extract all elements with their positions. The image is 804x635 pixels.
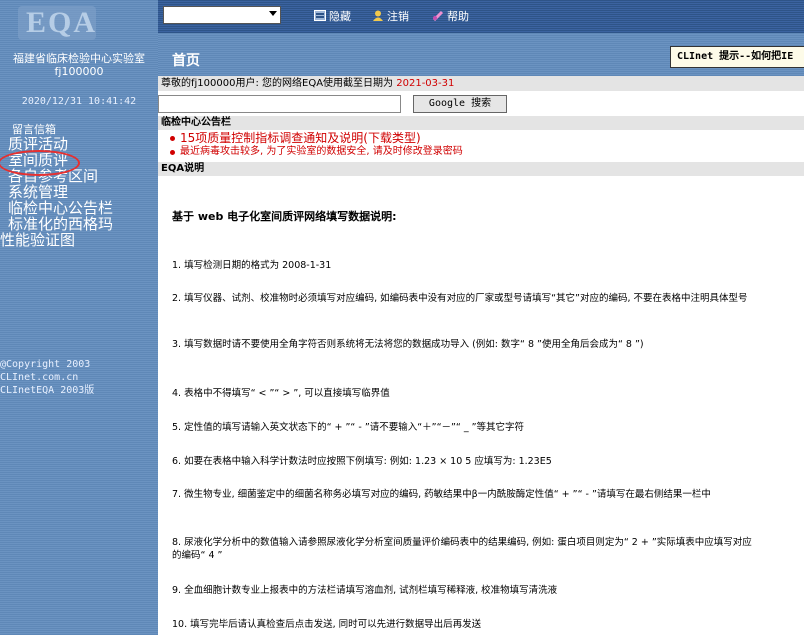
hide-button[interactable]: 隐藏 [314, 8, 351, 24]
sidebar-menu: 留言信箱 质评活动 室间质评 各自参考区间 系统管理 临检中心公告栏 标准化的西… [0, 124, 158, 248]
eqa-logo: EQA [18, 6, 96, 40]
nav-select[interactable] [163, 6, 281, 24]
notice-link[interactable]: 15项质量控制指标调查通知及说明(下载类型) [170, 132, 421, 144]
doc-title: 基于 web 电子化室间质评网络填写数据说明: [172, 210, 397, 223]
list-item: 9. 全血细胞计数专业上报表中的方法栏请填写溶血剂, 试剂栏填写稀释液, 校准物… [172, 585, 558, 596]
welcome-bar: 尊敬的fj100000用户: 您的网络EQA使用截至日期为 2021-03-31 [158, 76, 804, 91]
chevron-down-icon [269, 11, 277, 16]
sidebar-item-system-admin[interactable]: 系统管理 [0, 184, 158, 200]
org-name: 福建省临床检验中心实验室 [13, 52, 145, 65]
org-info: 福建省临床检验中心实验室 fj100000 [0, 52, 158, 78]
list-item: 10. 填写完毕后请认真检查后点击发送, 同时可以先进行数据导出后再发送 [172, 619, 482, 630]
logout-button[interactable]: 注销 [372, 8, 409, 24]
sidebar: EQA 福建省临床检验中心实验室 fj100000 2020/12/31 10:… [0, 0, 158, 635]
expire-date: 2021-03-31 [396, 78, 455, 89]
list-item: 8. 尿液化学分析中的数值输入请参照尿液化学分析室间质量评价编码表中的结果编码,… [172, 537, 752, 561]
sidebar-item-performance-chart[interactable]: 性能验证图 [0, 232, 158, 248]
page-header: 首页 CLInet 提示--如何把IE [158, 33, 804, 76]
user-icon [373, 10, 383, 21]
highlight-circle [0, 150, 80, 176]
list-item: 5. 定性值的填写请输入英文状态下的“ + ”“ - ”请不要输入“＋”“－”“… [172, 422, 525, 433]
sidebar-item-bulletin[interactable]: 临检中心公告栏 [0, 200, 158, 216]
bulletin-header: 临检中心公告栏 [158, 116, 804, 130]
list-item: 7. 微生物专业, 细菌鉴定中的细菌名称务必填写对应的编码, 药敏结果中β一内酰… [172, 489, 711, 500]
copyright: @Copyright 2003 CLInet.com.cn CLInetEQA … [0, 359, 95, 396]
notice-link[interactable]: 最近病毒攻击较多, 为了实验室的数据安全, 请及时修改登录密码 [170, 146, 463, 158]
list-item: 2. 填写仪器、试剂、校准物时必须填写对应编码, 如编码表中没有对应的厂家或型号… [172, 293, 748, 304]
page-title: 首页 [172, 53, 200, 69]
help-button[interactable]: 帮助 [432, 8, 469, 24]
tip-marquee[interactable]: CLInet 提示--如何把IE [670, 46, 804, 68]
welcome-text: 尊敬的fj100000用户: 您的网络EQA使用截至日期为 [161, 78, 394, 89]
eqa-header: EQA说明 [158, 162, 804, 176]
list-item: 1. 填写检测日期的格式为 2008-1-31 [172, 260, 332, 271]
list-item: 6. 如要在表格中输入科学计数法时应按照下例填写: 例如: 1.23 × 10 … [172, 456, 552, 467]
list-item: 4. 表格中不得填写“ < ”“ > ”, 可以直接填写临界值 [172, 388, 390, 399]
main-content: 首页 CLInet 提示--如何把IE 尊敬的fj100000用户: 您的网络E… [158, 33, 804, 635]
sidebar-item-sigma[interactable]: 标准化的西格玛 [0, 216, 158, 232]
datetime: 2020/12/31 10:41:42 [21, 96, 137, 107]
user-code: fj100000 [54, 65, 104, 78]
list-item: 3. 填写数据时请不要使用全角字符否则系统将无法将您的数据成功导入 (例如: 数… [172, 339, 644, 350]
hide-icon [314, 10, 326, 21]
help-icon [432, 10, 444, 21]
top-toolbar: 隐藏 注销 帮助 [158, 0, 804, 33]
google-search-button[interactable]: Google 搜索 [413, 95, 507, 113]
sidebar-item-eqa-activity[interactable]: 质评活动 [0, 136, 158, 152]
search-input[interactable] [158, 95, 401, 113]
